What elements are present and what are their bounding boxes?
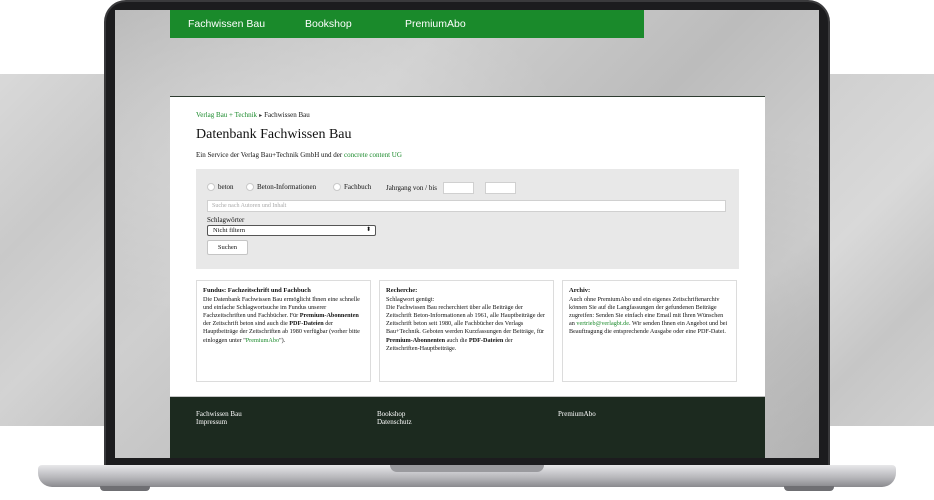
page-title: Datenbank Fachwissen Bau [196, 127, 352, 142]
main-page: Verlag Bau + Technik ▸ Fachwissen Bau Date… [170, 96, 765, 396]
footer-link-datenschutz[interactable]: Datenschutz [377, 418, 412, 426]
recherche-text-3: auch die [445, 336, 469, 344]
recherche-heading: Recherche: [386, 287, 418, 294]
premiumabo-link[interactable]: PremiumAbo [246, 337, 279, 344]
top-navigation: Fachwissen Bau Bookshop PremiumAbo [170, 10, 644, 38]
email-link[interactable]: vertrieb@verlagbt.de [576, 320, 629, 327]
radio-icon[interactable] [333, 183, 341, 191]
fundus-heading: Fundus: Fachzeitschrift und Fachbuch [203, 287, 311, 294]
recherche-bold-2: PDF-Dateien [468, 336, 504, 344]
footer-link-premiumabo[interactable]: PremiumAbo [558, 410, 596, 418]
laptop-screen: Fachwissen Bau Bookshop PremiumAbo Verla… [115, 10, 819, 458]
option-beton-informationen[interactable]: Beton-Informationen [246, 183, 316, 191]
year-to-input[interactable] [485, 182, 516, 194]
info-box-recherche: Recherche: Schlagwort genügt: Die Fachwis… [379, 280, 554, 382]
keyword-select-value: Nicht filtern [213, 227, 245, 234]
footer-link-fachwissen-bau[interactable]: Fachwissen Bau [196, 410, 242, 418]
laptop-notch [390, 465, 544, 472]
info-box-archiv: Archiv: Auch ohne PremiumAbo und ein eig… [562, 280, 737, 382]
breadcrumb-parent-link[interactable]: Verlag Bau + Technik [196, 111, 257, 119]
recherche-bold-1: Premium-Abonnenten [386, 336, 446, 344]
footer-col-3: PremiumAbo [558, 410, 596, 418]
fundus-bold-2: PDF-Dateien [289, 320, 324, 328]
footer-link-impressum[interactable]: Impressum [196, 418, 242, 426]
option-fachbuch-label: Fachbuch [344, 183, 372, 191]
recherche-text-2: Die Fachwissen Bau recherchiert über all… [386, 304, 545, 336]
fundus-bold-1: Premium-Abonnenten [299, 312, 359, 320]
subtitle-text: Ein Service der Verlag Bau+Technik GmbH … [196, 151, 344, 159]
concrete-content-link[interactable]: concrete content UG [344, 151, 402, 159]
laptop-foot-right [784, 486, 834, 491]
recherche-text: Schlagwort genügt: Die Fachwissen Bau rec… [386, 296, 547, 353]
option-beton-label: beton [218, 183, 234, 191]
search-panel: beton Beton-Informationen Fachbuch Jahrg… [196, 169, 739, 269]
year-from-input[interactable] [443, 182, 474, 194]
archiv-text: Auch ohne PremiumAbo und ein eigenes Zei… [569, 296, 730, 336]
radio-icon[interactable] [207, 183, 215, 191]
keyword-label: Schlagwörter [207, 216, 245, 224]
archiv-heading: Archiv: [569, 287, 591, 294]
year-label: Jahrgang von / bis [386, 184, 438, 192]
breadcrumb-current: Fachwissen Bau [264, 111, 310, 119]
nav-fachwissen-bau[interactable]: Fachwissen Bau [188, 18, 265, 30]
chevron-updown-icon: ⬍ [365, 227, 371, 233]
nav-bookshop[interactable]: Bookshop [305, 18, 352, 30]
chevron-right-icon: ▸ [259, 113, 263, 119]
footer-col-2: Bookshop Datenschutz [377, 410, 412, 426]
footer-link-bookshop[interactable]: Bookshop [377, 410, 412, 418]
fundus-text: Die Datenbank Fachwissen Bau ermöglicht … [203, 296, 364, 345]
option-fachbuch[interactable]: Fachbuch [333, 183, 371, 191]
background-band-right [822, 74, 934, 426]
info-box-fundus: Fundus: Fachzeitschrift und Fachbuch Die… [196, 280, 371, 382]
breadcrumb: Verlag Bau + Technik ▸ Fachwissen Bau [196, 111, 310, 119]
search-input[interactable]: Suche nach Autoren und Inhalt [207, 200, 726, 212]
laptop-foot-left [100, 486, 150, 491]
footer: Fachwissen Bau Impressum Bookshop Datens… [170, 397, 765, 458]
keyword-select[interactable]: Nicht filtern ⬍ [207, 225, 376, 236]
recherche-text-1: Schlagwort genügt: [386, 296, 435, 304]
search-button[interactable]: Suchen [207, 240, 248, 255]
background-band-left [0, 74, 112, 426]
page-subtitle: Ein Service der Verlag Bau+Technik GmbH … [196, 151, 402, 159]
option-beton-informationen-label: Beton-Informationen [257, 183, 317, 191]
nav-premiumabo[interactable]: PremiumAbo [405, 18, 466, 30]
footer-col-1: Fachwissen Bau Impressum [196, 410, 242, 426]
fundus-text-4: "). [279, 336, 286, 344]
radio-icon[interactable] [246, 183, 254, 191]
fundus-text-2: der Zeitschrift beton sind auch die [203, 320, 290, 328]
option-beton[interactable]: beton [207, 183, 234, 191]
